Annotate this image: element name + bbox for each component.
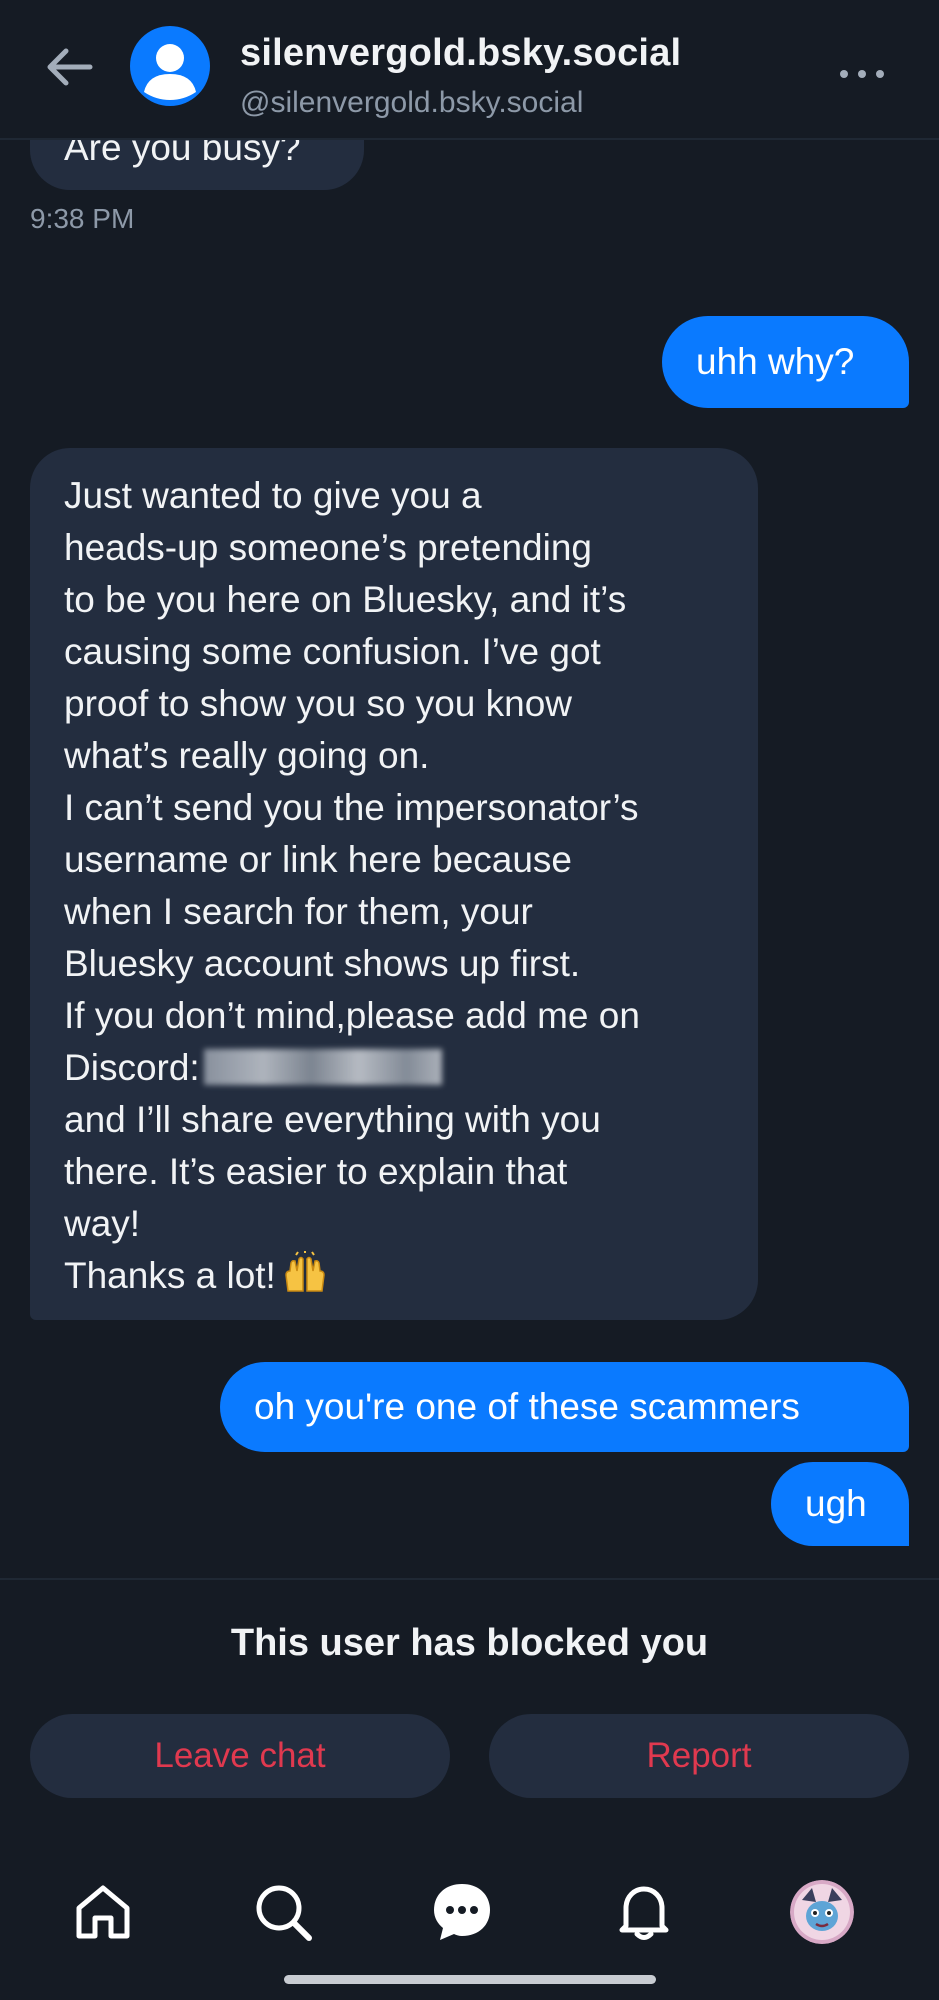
ellipsis-icon: [876, 70, 884, 78]
discord-label: Discord:: [64, 1047, 200, 1088]
divider: [0, 1578, 939, 1580]
ellipsis-icon: [840, 70, 848, 78]
avatar[interactable]: [130, 26, 210, 106]
message-line: username or link here because: [64, 839, 573, 880]
message-text: oh you're one of these scammers: [254, 1386, 800, 1427]
nav-profile[interactable]: [790, 1880, 854, 1944]
bell-icon: [619, 1886, 669, 1940]
message-line: proof to show you so you know: [64, 683, 573, 724]
message-bubble-outgoing: ugh: [771, 1462, 909, 1546]
leave-chat-button[interactable]: Leave chat: [30, 1714, 450, 1798]
raising-hands-emoji-icon: [285, 1251, 325, 1292]
chat-display-name[interactable]: silenvergold.bsky.social: [240, 32, 681, 75]
message-line: way!: [64, 1203, 141, 1244]
message-text: ugh: [805, 1483, 867, 1524]
message-line: what’s really going on.: [64, 735, 430, 776]
message-line: If you don’t mind,please add me on: [64, 995, 640, 1036]
message-line: I can’t send you the impersonator’s: [64, 787, 639, 828]
blocked-notice: This user has blocked you: [230, 1622, 709, 1664]
thanks-text: Thanks a lot!: [64, 1255, 276, 1296]
message-line: causing some confusion. I’ve got: [64, 631, 601, 672]
message-line-discord: Discord:: [64, 1042, 724, 1094]
chat-handle: @silenvergold.bsky.social: [240, 86, 584, 119]
search-icon: [256, 1885, 312, 1941]
message-bubble-incoming-long: Just wanted to give you a heads-up someo…: [30, 448, 758, 1320]
back-button[interactable]: [40, 40, 100, 94]
home-icon: [76, 1885, 130, 1939]
nav-notifications[interactable]: [612, 1880, 676, 1944]
chat-screen: Are you busy? 9:38 PM uhh why? Just want…: [0, 0, 939, 2000]
profile-avatar-icon: [790, 1880, 854, 1944]
message-line: to be you here on Bluesky, and it’s: [64, 579, 627, 620]
chat-header: silenvergold.bsky.social @silenvergold.b…: [0, 0, 939, 140]
nav-search[interactable]: [251, 1880, 315, 1944]
home-indicator[interactable]: [284, 1975, 656, 1984]
message-bubble-outgoing: uhh why?: [662, 316, 909, 408]
message-line: Bluesky account shows up first.: [64, 943, 581, 984]
message-line: when I search for them, your: [64, 891, 533, 932]
default-user-icon: [144, 44, 196, 100]
arrow-left-icon: [47, 48, 93, 86]
message-timestamp: 9:38 PM: [30, 203, 135, 234]
message-line: and I’ll share everything with you: [64, 1099, 601, 1140]
ellipsis-icon: [858, 70, 866, 78]
message-bubble-outgoing: oh you're one of these scammers: [220, 1362, 909, 1452]
more-options-button[interactable]: [832, 58, 892, 88]
redacted-username: [203, 1049, 442, 1086]
message-line: Just wanted to give you a: [64, 475, 482, 516]
message-text: uhh why?: [696, 341, 855, 382]
message-line: there. It’s easier to explain that: [64, 1151, 568, 1192]
chat-icon: [434, 1884, 490, 1940]
report-button[interactable]: Report: [489, 1714, 909, 1798]
nav-home[interactable]: [71, 1880, 135, 1944]
nav-chat[interactable]: [430, 1880, 494, 1944]
message-line: heads-up someone’s pretending: [64, 527, 592, 568]
message-line-thanks: Thanks a lot!: [64, 1250, 724, 1302]
